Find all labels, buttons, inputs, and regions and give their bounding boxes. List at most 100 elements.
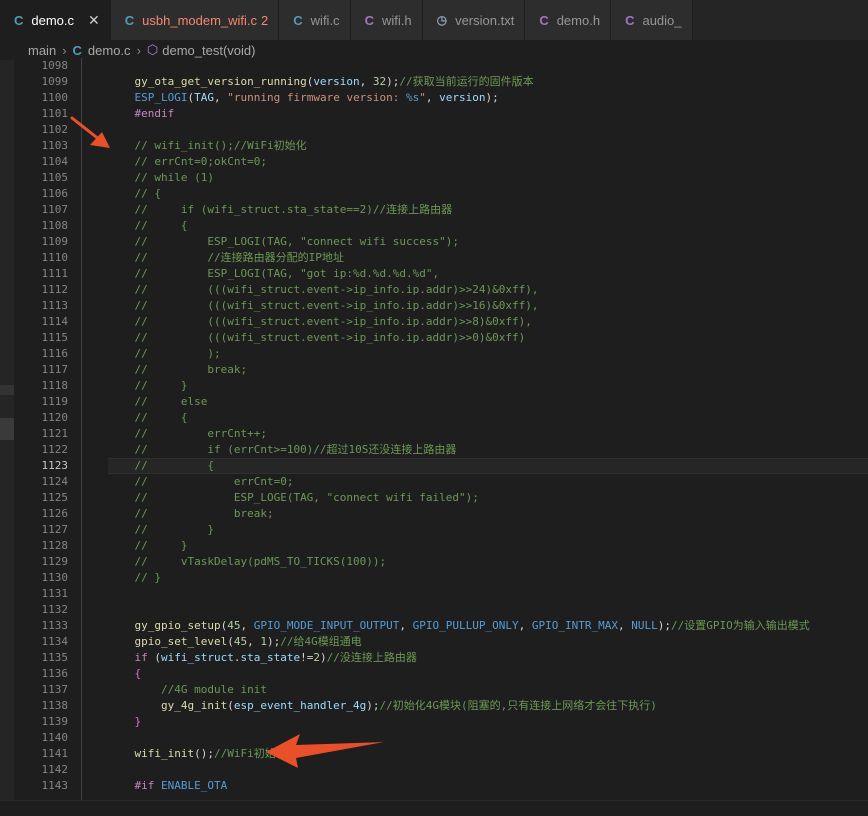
code-line[interactable]: // vTaskDelay(pdMS_TO_TICKS(100));: [108, 554, 868, 570]
code-line[interactable]: // {: [108, 186, 868, 202]
tab-wifi-h[interactable]: Cwifi.h: [350, 0, 423, 40]
breadcrumb: main › C demo.c › ⬡ demo_test(void): [0, 40, 868, 60]
code-line[interactable]: // wifi_init();//WiFi初始化: [108, 138, 868, 154]
tab-version-txt[interactable]: ◷ version.txt: [422, 0, 526, 40]
code-line[interactable]: // ESP_LOGE(TAG, "connect wifi failed");: [108, 490, 868, 506]
code-line[interactable]: ESP_LOGI(TAG, "running firmware version:…: [108, 90, 868, 106]
code-line[interactable]: // else: [108, 394, 868, 410]
code-line[interactable]: // if (wifi_struct.sta_state==2)//连接上路由器: [108, 202, 868, 218]
code-line[interactable]: {: [108, 666, 868, 682]
code-line[interactable]: gpio_set_level(45, 1);//给4G模组通电: [108, 634, 868, 650]
code-line[interactable]: gy_4g_init(esp_event_handler_4g);//初始化4G…: [108, 698, 868, 714]
line-number: 1143: [41, 779, 69, 792]
chevron-right-icon: ›: [136, 42, 141, 58]
code-token: 2: [313, 651, 320, 664]
code-line[interactable]: // }: [108, 522, 868, 538]
code-line[interactable]: // //连接路由器分配的IP地址: [108, 250, 868, 266]
breadcrumb-symbol[interactable]: demo_test(void): [162, 43, 255, 58]
code-line[interactable]: #endif: [108, 106, 868, 122]
code-line[interactable]: // {: [108, 458, 868, 474]
code-line[interactable]: // ESP_LOGI(TAG, "connect wifi success")…: [108, 234, 868, 250]
tab-demo-h[interactable]: Cdemo.h: [525, 0, 612, 40]
code-line[interactable]: // errCnt=0;okCnt=0;: [108, 154, 868, 170]
code-line[interactable]: // {: [108, 410, 868, 426]
code-token: #if: [134, 779, 155, 792]
code-line[interactable]: [108, 730, 868, 746]
code-line[interactable]: // }: [108, 538, 868, 554]
close-icon[interactable]: ✕: [88, 12, 100, 29]
code-token: TAG: [194, 91, 214, 104]
tab-usbh-modem-wifi-c[interactable]: Cusbh_modem_wifi.c 2: [110, 0, 280, 40]
code-line[interactable]: // (((wifi_struct.event->ip_info.ip.addr…: [108, 298, 868, 314]
tab-label: wifi.h: [381, 12, 412, 28]
code-line[interactable]: // break;: [108, 362, 868, 378]
code-editor[interactable]: gy_ota_get_version_running (version, 32);…: [108, 58, 868, 794]
tab-audio-[interactable]: Caudio_: [611, 0, 693, 40]
code-token: !=: [300, 651, 314, 664]
tab-label: wifi.c: [310, 12, 340, 28]
breadcrumb-folder[interactable]: main: [28, 43, 56, 58]
code-line[interactable]: #if ENABLE_OTA: [108, 778, 868, 794]
code-line[interactable]: wifi_init();//WiFi初始化: [108, 746, 868, 762]
line-number: 1108: [41, 219, 69, 232]
code-token: "running firmware version:: [227, 91, 407, 104]
code-line[interactable]: // );: [108, 346, 868, 362]
code-line[interactable]: }: [108, 714, 868, 730]
code-line[interactable]: [108, 122, 868, 138]
code-token: GPIO_PULLUP_ONLY: [412, 619, 519, 632]
code-line[interactable]: // }: [108, 378, 868, 394]
tab-label: demo.h: [556, 12, 601, 28]
code-line[interactable]: // {: [108, 218, 868, 234]
code-token: version: [313, 75, 360, 88]
code-line[interactable]: gy_ota_get_version_running(version, 32);…: [108, 74, 868, 90]
line-number: 1137: [41, 683, 69, 696]
code-token: #endif: [134, 107, 175, 120]
code-token: // {: [134, 459, 214, 472]
code-line[interactable]: //4G module init: [108, 682, 868, 698]
line-number: 1140: [41, 731, 69, 744]
code-line[interactable]: // errCnt++;: [108, 426, 868, 442]
code-token: sta_state: [240, 651, 301, 664]
tab-wifi-c[interactable]: Cwifi.c: [279, 0, 351, 40]
code-line[interactable]: // errCnt=0;: [108, 474, 868, 490]
code-line[interactable]: if (wifi_struct.sta_state!=2)//没连接上路由器: [108, 650, 868, 666]
code-token: //4G module init: [160, 683, 267, 696]
line-number: 1125: [41, 491, 69, 504]
code-line[interactable]: gy_gpio_setup(45, GPIO_MODE_INPUT_OUTPUT…: [108, 618, 868, 634]
code-token: ,: [399, 619, 413, 632]
tab-demo-c[interactable]: Cdemo.c ✕: [0, 0, 111, 40]
code-token: // ESP_LOGE(TAG, "connect wifi failed");: [134, 491, 479, 504]
code-line[interactable]: // break;: [108, 506, 868, 522]
line-number: 1101: [41, 107, 69, 120]
breadcrumb-file[interactable]: demo.c: [88, 43, 131, 58]
code-token: // ESP_LOGI(TAG, "connect wifi success")…: [134, 235, 460, 248]
code-line[interactable]: // }: [108, 570, 868, 586]
code-line[interactable]: [108, 602, 868, 618]
code-line[interactable]: // (((wifi_struct.event->ip_info.ip.addr…: [108, 282, 868, 298]
line-number: 1141: [41, 747, 69, 760]
code-line[interactable]: // (((wifi_struct.event->ip_info.ip.addr…: [108, 314, 868, 330]
code-token: // {: [134, 187, 162, 200]
code-line[interactable]: [108, 58, 868, 74]
line-number: 1117: [41, 363, 69, 376]
code-line[interactable]: // (((wifi_struct.event->ip_info.ip.addr…: [108, 330, 868, 346]
code-token: %s: [406, 91, 420, 104]
code-token: 1: [260, 635, 267, 648]
c-file-icon: C: [14, 12, 24, 28]
line-number: 1104: [41, 155, 69, 168]
code-line[interactable]: // ESP_LOGI(TAG, "got ip:%d.%d.%d.%d",: [108, 266, 868, 282]
code-token: // (((wifi_struct.event->ip_info.ip.addr…: [134, 299, 539, 312]
code-line[interactable]: // if (errCnt>=100)//超过10S还没连接上路由器: [108, 442, 868, 458]
code-line[interactable]: [108, 586, 868, 602]
indent-guide: [81, 58, 82, 800]
code-line[interactable]: [108, 762, 868, 778]
code-line[interactable]: // while (1): [108, 170, 868, 186]
